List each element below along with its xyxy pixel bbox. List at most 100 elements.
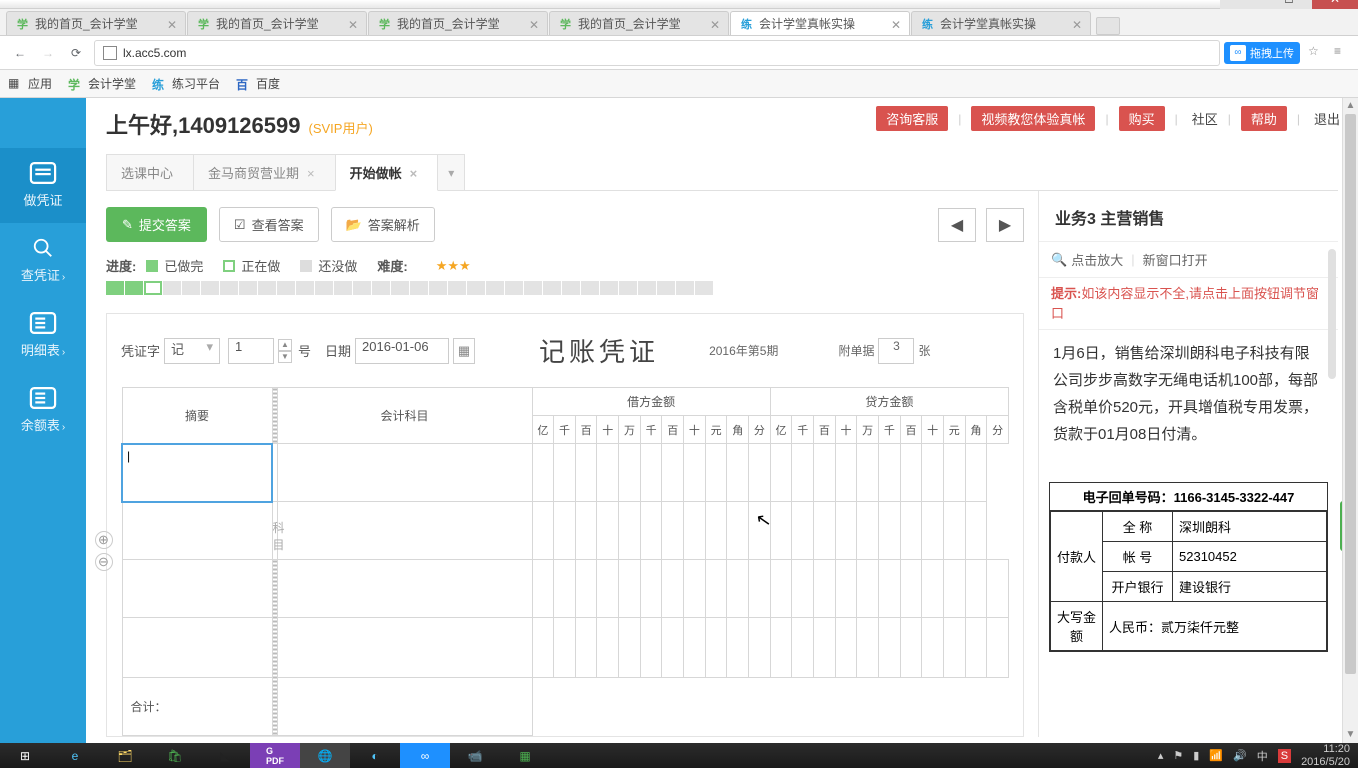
app2-icon[interactable]: ◐ xyxy=(350,743,400,768)
progress-cell[interactable] xyxy=(391,281,409,295)
credit-cell[interactable] xyxy=(792,618,814,678)
ime-icon[interactable]: 中 xyxy=(1257,748,1268,764)
window-maximize[interactable]: □ xyxy=(1266,0,1312,9)
credit-cell[interactable] xyxy=(879,618,901,678)
calendar-icon[interactable]: ▦ xyxy=(453,338,475,364)
prev-task-button[interactable]: ◀ xyxy=(938,208,976,242)
progress-cell[interactable] xyxy=(505,281,523,295)
credit-cell[interactable] xyxy=(943,560,965,618)
debit-cell[interactable] xyxy=(597,502,619,560)
debit-cell[interactable] xyxy=(640,560,662,618)
nav-reload[interactable]: ⟳ xyxy=(62,40,90,66)
debit-cell[interactable] xyxy=(597,560,619,618)
debit-cell[interactable] xyxy=(727,502,749,560)
sidebar-balance[interactable]: 余额表› xyxy=(0,373,86,448)
tab-close-icon[interactable]: ✕ xyxy=(529,18,541,30)
credit-cell[interactable] xyxy=(770,618,792,678)
debit-cell[interactable] xyxy=(640,618,662,678)
page-tab[interactable]: 开始做帐× xyxy=(335,154,439,191)
progress-cell[interactable] xyxy=(144,281,162,295)
credit-cell[interactable] xyxy=(943,502,965,560)
credit-cell[interactable] xyxy=(965,560,987,618)
voucher-char-select[interactable]: 记 ▾ xyxy=(164,338,220,364)
new-window-button[interactable]: 新窗口打开 xyxy=(1143,250,1208,269)
debit-cell[interactable] xyxy=(575,618,597,678)
voucher-date-input[interactable]: 2016-01-06 xyxy=(355,338,449,364)
debit-cell[interactable] xyxy=(705,618,727,678)
scroll-up[interactable]: ▲ xyxy=(1343,98,1358,114)
subject-cell[interactable]: 科目 xyxy=(272,502,277,560)
credit-cell[interactable] xyxy=(814,444,836,502)
page-scrollbar[interactable]: ▲ ▼ xyxy=(1342,98,1358,743)
credit-cell[interactable] xyxy=(922,560,944,618)
credit-cell[interactable] xyxy=(900,502,922,560)
debit-cell[interactable] xyxy=(619,560,641,618)
credit-cell[interactable] xyxy=(792,560,814,618)
store-icon[interactable]: 🛍 xyxy=(150,743,200,768)
panel-scrollbar[interactable] xyxy=(1328,249,1336,379)
progress-cell[interactable] xyxy=(220,281,238,295)
debit-cell[interactable] xyxy=(277,444,532,502)
debit-cell[interactable] xyxy=(727,618,749,678)
sidebar-query-voucher[interactable]: 查凭证› xyxy=(0,223,86,298)
app-icon[interactable]: ◣ xyxy=(200,743,250,768)
new-tab-button[interactable] xyxy=(1096,17,1120,35)
credit-cell[interactable] xyxy=(749,502,771,560)
progress-cell[interactable] xyxy=(543,281,561,295)
progress-cell[interactable] xyxy=(201,281,219,295)
debit-cell[interactable] xyxy=(684,444,706,502)
credit-cell[interactable] xyxy=(857,560,879,618)
tray-up-icon[interactable]: ▴ xyxy=(1158,749,1164,762)
progress-cell[interactable] xyxy=(277,281,295,295)
progress-cell[interactable] xyxy=(448,281,466,295)
menu-icon[interactable]: ≡ xyxy=(1334,44,1352,62)
sidebar-make-voucher[interactable]: 做凭证 xyxy=(0,148,86,223)
subject-cell[interactable] xyxy=(277,560,532,618)
volume-icon[interactable]: 🔊 xyxy=(1233,749,1247,762)
summary-cell[interactable] xyxy=(122,618,272,678)
progress-cell[interactable] xyxy=(619,281,637,295)
clock[interactable]: 11:20 2016/5/20 xyxy=(1301,743,1350,767)
progress-cell[interactable] xyxy=(429,281,447,295)
progress-cell[interactable] xyxy=(353,281,371,295)
ie-icon[interactable]: e xyxy=(50,743,100,768)
tab-close-icon[interactable]: ✕ xyxy=(710,18,722,30)
zoom-button[interactable]: 🔍点击放大 xyxy=(1051,250,1123,269)
credit-cell[interactable] xyxy=(987,560,1009,618)
progress-cell[interactable] xyxy=(334,281,352,295)
progress-cell[interactable] xyxy=(524,281,542,295)
progress-cell[interactable] xyxy=(638,281,656,295)
progress-cell[interactable] xyxy=(676,281,694,295)
chrome-icon[interactable]: 🌐 xyxy=(300,743,350,768)
camera-icon[interactable]: 📹 xyxy=(450,743,500,768)
credit-cell[interactable] xyxy=(857,444,879,502)
attachment-count-input[interactable]: 3 xyxy=(878,338,914,364)
nav-back[interactable]: ← xyxy=(6,40,34,66)
app3-icon[interactable]: ∞ xyxy=(400,743,450,768)
credit-cell[interactable] xyxy=(922,444,944,502)
credit-cell[interactable] xyxy=(900,560,922,618)
video-button[interactable]: 视频教您体验真帐 xyxy=(971,106,1095,131)
tab-close-icon[interactable]: × xyxy=(410,166,418,181)
sogou-icon[interactable]: S xyxy=(1278,749,1291,763)
url-field[interactable]: lx.acc5.com xyxy=(94,40,1220,66)
progress-cell[interactable] xyxy=(410,281,428,295)
debit-cell[interactable] xyxy=(662,560,684,618)
foxit-icon[interactable]: GPDF xyxy=(250,743,300,768)
number-spinner[interactable]: ▲▼ xyxy=(278,339,292,363)
view-answer-button[interactable]: ☑查看答案 xyxy=(219,207,319,242)
credit-cell[interactable] xyxy=(922,502,944,560)
credit-cell[interactable] xyxy=(792,502,814,560)
debit-cell[interactable] xyxy=(554,560,576,618)
progress-cell[interactable] xyxy=(467,281,485,295)
summary-cell[interactable] xyxy=(122,560,272,618)
credit-cell[interactable] xyxy=(770,502,792,560)
buy-button[interactable]: 购买 xyxy=(1119,106,1165,131)
progress-cell[interactable] xyxy=(258,281,276,295)
credit-cell[interactable] xyxy=(835,618,857,678)
progress-cell[interactable] xyxy=(163,281,181,295)
tab-close-icon[interactable]: ✕ xyxy=(348,18,360,30)
credit-cell[interactable] xyxy=(814,560,836,618)
window-minimize[interactable]: ─ xyxy=(1220,0,1266,9)
debit-cell[interactable] xyxy=(705,502,727,560)
